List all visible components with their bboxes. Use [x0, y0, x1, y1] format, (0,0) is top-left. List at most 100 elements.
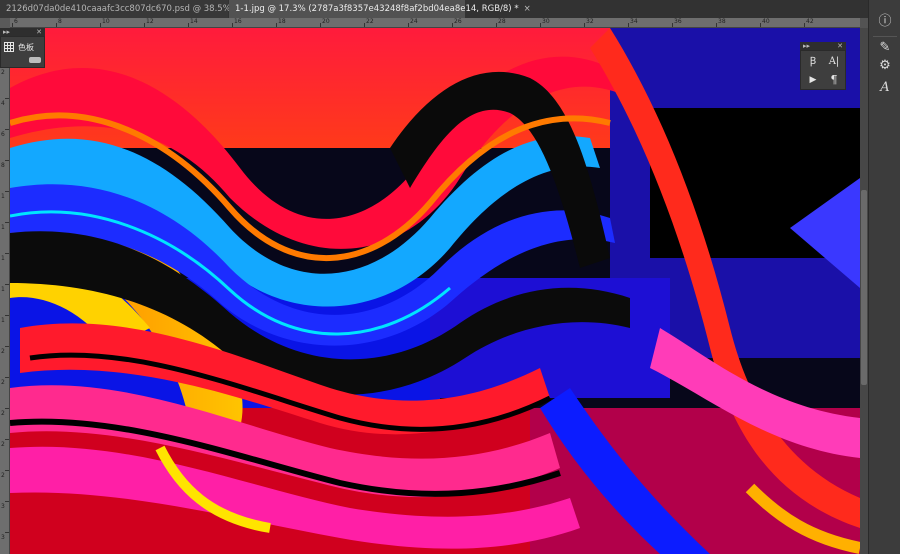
ruler-label: 34: [630, 18, 638, 25]
tab-jpg-document[interactable]: 1-1.jpg @ 17.3% (2787a3f8357e43248f8af2b…: [229, 0, 531, 18]
ruler-tick: [364, 23, 365, 27]
tab-psd-document[interactable]: 2126d07da0de410caaafc3cc807dc670.psd @ 3…: [0, 0, 302, 18]
ruler-tick: [496, 23, 497, 27]
ruler-label: 3: [1, 503, 5, 510]
ruler-tick: [188, 23, 189, 27]
ruler-tick: [56, 23, 57, 27]
ruler-label: 1: [1, 255, 5, 262]
ruler-tick: [5, 439, 9, 440]
ruler-label: 28: [498, 18, 506, 25]
ruler-tick: [452, 23, 453, 27]
ruler-tick: [5, 315, 9, 316]
close-icon[interactable]: ✕: [837, 42, 843, 50]
ruler-label: 6: [1, 131, 5, 138]
ruler-label: 2: [1, 69, 5, 76]
character-panel: Ꞵ A| ▶ ¶: [800, 50, 846, 90]
info-icon[interactable]: ⓘ: [873, 12, 897, 32]
ruler-label: 2: [1, 472, 5, 479]
ruler-tick: [628, 23, 629, 27]
ruler-label: 24: [410, 18, 418, 25]
ruler-label: 40: [762, 18, 770, 25]
scrollbar-thumb[interactable]: [861, 190, 867, 385]
swatches-panel: 色板: [0, 36, 45, 68]
ruler-tick: [584, 23, 585, 27]
ruler-label: 1: [1, 286, 5, 293]
play-icon[interactable]: ▶: [803, 72, 823, 88]
ruler-tick: [232, 23, 233, 27]
close-icon[interactable]: ×: [524, 4, 531, 14]
ruler-label: 8: [58, 18, 62, 25]
sliders-icon[interactable]: ⚙: [873, 56, 897, 76]
ruler-corner[interactable]: [0, 18, 10, 28]
ruler-label: 14: [190, 18, 198, 25]
vertical-ruler[interactable]: 02468111112222233: [0, 28, 10, 554]
ruler-tick: [408, 23, 409, 27]
ruler-label: 42: [806, 18, 814, 25]
ruler-label: 30: [542, 18, 550, 25]
ruler-label: 38: [718, 18, 726, 25]
ruler-tick: [5, 346, 9, 347]
ruler-tick: [5, 501, 9, 502]
ruler-label: 2: [1, 348, 5, 355]
ruler-tick: [716, 23, 717, 27]
ruler-tick: [144, 23, 145, 27]
tab-label: 1-1.jpg @ 17.3% (2787a3f8357e43248f8af2b…: [235, 4, 519, 14]
ruler-tick: [5, 408, 9, 409]
ruler-tick: [5, 222, 9, 223]
ruler-label: 22: [366, 18, 374, 25]
close-icon[interactable]: ✕: [36, 28, 42, 36]
ruler-label: 12: [146, 18, 154, 25]
document-tab-bar: 2126d07da0de410caaafc3cc807dc670.psd @ 3…: [0, 0, 868, 18]
ruler-label: 32: [586, 18, 594, 25]
ruler-label: 18: [278, 18, 286, 25]
ruler-tick: [5, 284, 9, 285]
ruler-tick: [804, 23, 805, 27]
ruler-tick: [5, 160, 9, 161]
swatches-button[interactable]: 色板: [4, 40, 44, 54]
ruler-tick: [100, 23, 101, 27]
abstract-wave-artwork: [10, 28, 860, 554]
ruler-label: 6: [14, 18, 18, 25]
ruler-label: 2: [1, 441, 5, 448]
brush-icon[interactable]: ✎: [873, 38, 897, 58]
character-panel-header[interactable]: ▸▸ ✕: [800, 42, 846, 50]
character-icon[interactable]: A: [873, 78, 897, 98]
ruler-tick: [5, 470, 9, 471]
ruler-label: 1: [1, 193, 5, 200]
paragraph-icon[interactable]: ¶: [824, 72, 844, 88]
swatches-panel-header[interactable]: ▸▸ ✕: [0, 28, 45, 36]
ruler-label: 8: [1, 162, 5, 169]
ruler-label: 26: [454, 18, 462, 25]
ruler-tick: [5, 129, 9, 130]
glyph-icon[interactable]: Ꞵ: [803, 54, 823, 70]
ruler-tick: [672, 23, 673, 27]
ruler-label: 36: [674, 18, 682, 25]
ruler-tick: [320, 23, 321, 27]
document-canvas[interactable]: [10, 28, 860, 554]
ruler-label: 2: [1, 410, 5, 417]
ruler-tick: [760, 23, 761, 27]
right-panel-dock: ⓘ ✎ ⚙ A: [868, 0, 900, 554]
ruler-label: 20: [322, 18, 330, 25]
horizontal-ruler[interactable]: 6 8 10 12 14 16 18 20 22 24 26 28 30 32 34 36 38 40 42: [10, 18, 860, 28]
panel-menu-icon[interactable]: [29, 57, 41, 63]
ruler-tick: [12, 23, 13, 27]
vertical-scrollbar[interactable]: [860, 28, 868, 554]
character-style-icon[interactable]: A|: [824, 54, 844, 70]
ruler-label: 16: [234, 18, 242, 25]
ruler-tick: [5, 98, 9, 99]
ruler-tick: [5, 532, 9, 533]
ruler-label: 4: [1, 100, 5, 107]
ruler-label: 1: [1, 317, 5, 324]
grid-icon: [4, 42, 14, 52]
ruler-label: 3: [1, 534, 5, 541]
ruler-tick: [540, 23, 541, 27]
ruler-tick: [5, 191, 9, 192]
ruler-tick: [276, 23, 277, 27]
ruler-tick: [5, 253, 9, 254]
ruler-tick: [5, 377, 9, 378]
divider: [873, 36, 897, 37]
ruler-label: 2: [1, 379, 5, 386]
swatches-label: 色板: [18, 42, 34, 52]
ruler-label: 1: [1, 224, 5, 231]
